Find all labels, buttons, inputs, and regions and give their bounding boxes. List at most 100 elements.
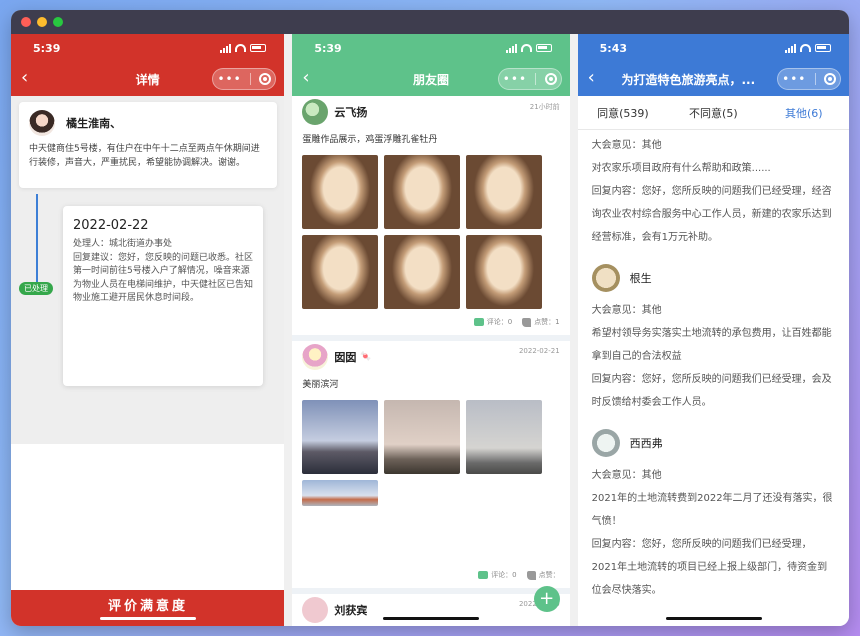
post-header: 囡囡 🍬 2022-02-21 — [292, 341, 569, 373]
status-icons — [505, 43, 552, 53]
wifi-icon — [235, 44, 247, 52]
wifi-icon — [520, 44, 532, 52]
opinion-author: 根生 — [629, 272, 652, 285]
comment-button[interactable]: 评论：0 — [478, 570, 517, 580]
status-time: 5:39 — [314, 41, 342, 55]
back-arrow-icon[interactable]: ‹ — [302, 68, 309, 88]
opinion-header: 根生 — [591, 257, 835, 299]
moment-post[interactable]: 刘获宾 2022-02-20 — [292, 594, 569, 626]
phone-opinions: 5:43 ‹ 为打造特色旅游亮点，... ••• 同意(539) 不同意(5) … — [577, 34, 849, 626]
opinion-label: 大会意见：其他 — [591, 140, 662, 151]
opinion-text: 希望村领导务实落实土地流转的承包费用，让百姓都能拿到自己的合法权益 — [591, 328, 832, 362]
phone-moments: 5:39 ‹ 朋友圈 ••• 云飞扬 21小时前 蛋雕作品展示，鸡蛋浮雕孔雀牡丹… — [292, 34, 570, 626]
wifi-icon — [800, 44, 811, 52]
opinion-item: 根生 大会意见：其他 希望村领导务实落实土地流转的承包费用，让百姓都能拿到自己的… — [578, 253, 849, 418]
battery-icon — [815, 44, 831, 52]
home-indicator — [383, 617, 480, 620]
reply-content: 回复建议：您好，您反映的问题已收悉。社区第一时间前往5号楼入户了解情况，噪音来源… — [73, 252, 254, 304]
post-author: 囡囡 — [334, 351, 357, 364]
close-target-icon[interactable] — [259, 73, 272, 85]
post-header: 刘获宾 2022-02-20 — [292, 594, 569, 626]
moments-header: 5:39 ‹ 朋友圈 ••• — [292, 34, 570, 96]
post-image[interactable] — [302, 155, 379, 229]
post-author: 云飞扬 — [334, 106, 368, 119]
mini-program-capsule: ••• — [497, 68, 562, 90]
post-image[interactable] — [384, 400, 461, 474]
post-image[interactable] — [384, 235, 461, 309]
navbar: ‹ 为打造特色旅游亮点，... ••• — [578, 62, 849, 96]
post-image[interactable] — [466, 235, 543, 309]
reply-handler: 处理人：城北街道办事处 — [73, 239, 173, 249]
moment-post[interactable]: 云飞扬 21小时前 蛋雕作品展示，鸡蛋浮雕孔雀牡丹 评论：0 点赞：1 — [292, 96, 570, 341]
comment-icon — [473, 318, 484, 326]
opinion-header: 西西弗 — [591, 422, 835, 464]
battery-icon — [250, 44, 267, 52]
more-icon[interactable]: ••• — [782, 73, 806, 85]
avatar — [29, 110, 55, 136]
post-author: 刘获宾 — [334, 604, 368, 617]
user-name: 橘生淮南、 — [66, 117, 122, 130]
close-target-icon[interactable] — [544, 73, 557, 85]
post-image[interactable] — [466, 400, 543, 474]
app-window: 5:39 ‹ 详情 ••• 橘生淮南、 中天健商住5号楼，有住户在中午十二点至两… — [11, 10, 849, 626]
avatar[interactable] — [302, 597, 329, 623]
comment-icon — [478, 571, 489, 579]
opinion-item: 大会意见：其他 对农家乐项目政府有什么帮助和政策...... 回复内容：您好，您… — [578, 130, 849, 253]
post-image[interactable] — [466, 155, 543, 229]
status-bar: 5:39 — [292, 34, 569, 62]
complaint-card: 橘生淮南、 中天健商住5号楼，有住户在中午十二点至两点午休期间进行装修，声音大，… — [19, 102, 277, 188]
tab-other[interactable]: 其他(6) — [759, 105, 849, 121]
post-text: 蛋雕作品展示，鸡蛋浮雕孔雀牡丹 — [302, 135, 438, 145]
more-icon[interactable]: ••• — [503, 73, 527, 85]
avatar — [591, 264, 620, 292]
close-window-button[interactable] — [21, 17, 31, 27]
maximize-window-button[interactable] — [53, 17, 63, 27]
minimize-window-button[interactable] — [37, 17, 47, 27]
status-time: 5:39 — [33, 41, 61, 55]
post-image[interactable] — [302, 480, 379, 506]
post-image-grid — [292, 155, 569, 309]
signal-icon — [785, 43, 796, 53]
complaint-text: 中天健商住5号楼，有住户在中午十二点至两点午休期间进行装修，声音大，严重扰民，希… — [29, 144, 260, 168]
close-target-icon[interactable] — [823, 73, 836, 85]
moment-post[interactable]: 囡囡 🍬 2022-02-21 美丽滨河 评论：0 点赞： — [292, 341, 570, 594]
status-bar: 5:39 — [11, 34, 284, 62]
capsule-divider — [814, 73, 816, 85]
signal-icon — [220, 43, 232, 53]
add-post-button[interactable]: + — [533, 586, 560, 612]
rate-satisfaction-button[interactable]: 评价满意度 — [11, 590, 285, 626]
status-icons — [785, 43, 831, 53]
avatar[interactable] — [302, 344, 329, 370]
tab-disagree[interactable]: 不同意(5) — [668, 105, 758, 121]
opinion-item: 西西弗 大会意见：其他 2021年的土地流转费到2022年二月了还没有落实，很气… — [578, 418, 849, 606]
opinion-tabs: 同意(539) 不同意(5) 其他(6) — [577, 96, 849, 130]
post-image[interactable] — [384, 155, 461, 229]
phone-detail: 5:39 ‹ 详情 ••• 橘生淮南、 中天健商住5号楼，有住户在中午十二点至两… — [11, 34, 285, 626]
post-footer: 评论：0 点赞：1 — [292, 309, 569, 335]
tab-agree[interactable]: 同意(539) — [578, 105, 668, 121]
home-indicator — [665, 617, 762, 620]
opinion-reply: 回复内容：您好，您所反映的问题我们已经受理，会及时反馈给村委会工作人员。 — [591, 374, 832, 408]
reply-date: 2022-02-22 — [73, 218, 149, 233]
avatar[interactable] — [302, 99, 329, 125]
back-arrow-icon[interactable]: ‹ — [21, 68, 28, 88]
opinion-text: 2021年的土地流转费到2022年二月了还没有落实，很气愤！ — [591, 493, 833, 527]
home-indicator — [100, 617, 196, 620]
mini-program-capsule: ••• — [777, 68, 841, 90]
battery-icon — [535, 44, 552, 52]
timeline-line — [36, 194, 38, 282]
mini-program-capsule: ••• — [212, 68, 277, 90]
comment-button[interactable]: 评论：0 — [473, 317, 512, 327]
blank-area — [11, 444, 285, 600]
back-arrow-icon[interactable]: ‹ — [588, 68, 595, 88]
opinion-author: 西西弗 — [629, 437, 663, 450]
like-button[interactable]: 点赞： — [526, 570, 560, 580]
opinion-reply: 回复内容：您好，您所反映的问题我们已经受理，2021年土地流转的项目已经上报上级… — [591, 539, 828, 596]
post-image[interactable] — [302, 400, 379, 474]
opinion-label: 大会意见：其他 — [591, 470, 662, 481]
post-header: 云飞扬 21小时前 — [292, 96, 569, 128]
status-bar: 5:43 — [578, 34, 849, 62]
like-button[interactable]: 点赞：1 — [522, 317, 560, 327]
more-icon[interactable]: ••• — [217, 73, 241, 85]
post-image[interactable] — [302, 235, 379, 309]
